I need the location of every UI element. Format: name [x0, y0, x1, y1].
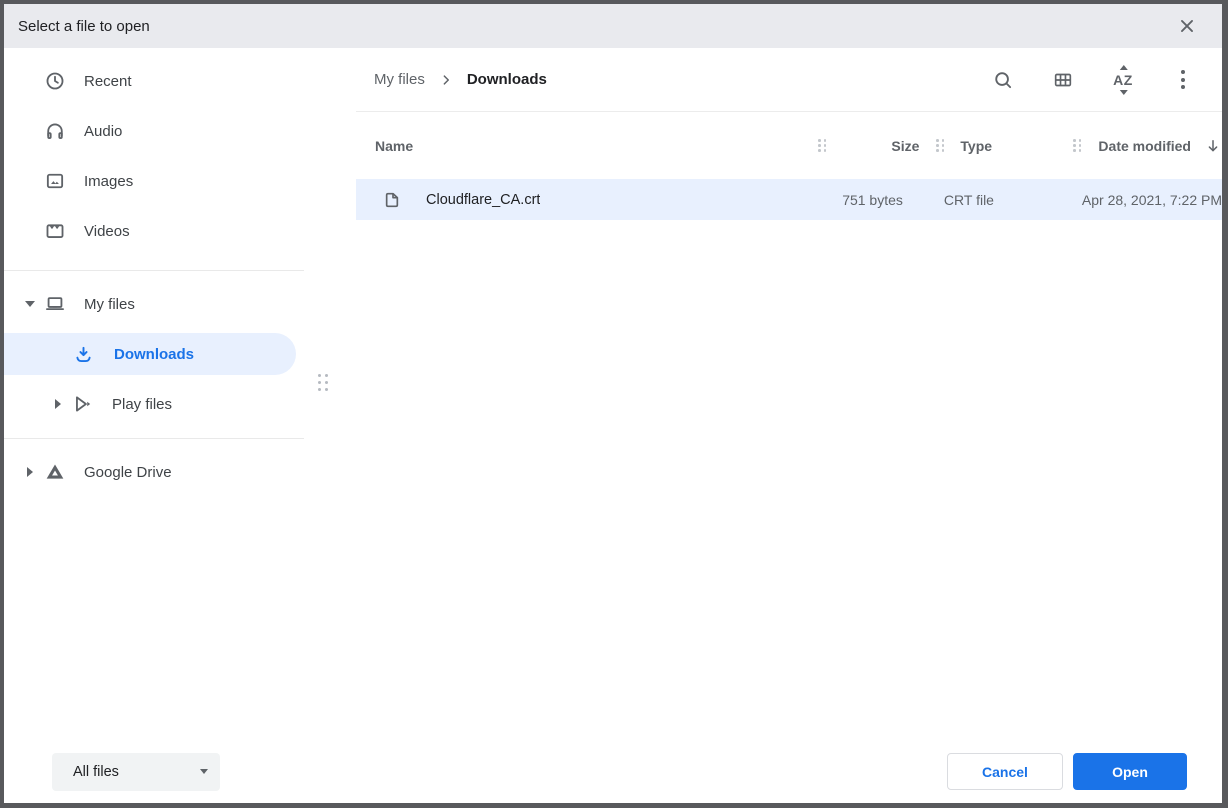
dropdown-caret-icon — [200, 769, 208, 774]
google-drive-icon — [44, 461, 66, 483]
sidebar: Recent Audio — [4, 48, 356, 740]
file-date-modified: Apr 28, 2021, 7:22 PM — [1082, 192, 1222, 208]
open-button[interactable]: Open — [1073, 753, 1187, 790]
column-header-type[interactable]: Type — [946, 138, 1071, 154]
sidebar-item-videos[interactable]: Videos — [4, 206, 356, 256]
dialog-footer: All files Cancel Open — [4, 740, 1222, 803]
file-picker-dialog: Select a file to open Recent — [4, 4, 1222, 803]
sidebar-item-label: Recent — [84, 73, 132, 90]
sidebar-item-label: Audio — [84, 123, 122, 140]
sidebar-item-label: My files — [84, 296, 135, 313]
dialog-title: Select a file to open — [18, 18, 1172, 35]
sidebar-item-label: Google Drive — [84, 464, 172, 481]
drag-dots-icon — [936, 139, 944, 152]
sort-alpha-icon: AZ — [1113, 73, 1133, 87]
sidebar-divider — [4, 270, 304, 271]
breadcrumb-my-files[interactable]: My files — [368, 67, 431, 92]
sidebar-item-label: Images — [84, 173, 133, 190]
sidebar-item-recent[interactable]: Recent — [4, 56, 356, 106]
close-button[interactable] — [1172, 11, 1202, 41]
play-store-icon — [72, 393, 94, 415]
sort-down-caret-icon — [1120, 90, 1128, 95]
window-frame: Select a file to open Recent — [0, 0, 1228, 808]
chevron-right-icon — [437, 71, 455, 89]
column-resize-handle[interactable] — [934, 139, 946, 152]
sidebar-item-images[interactable]: Images — [4, 156, 356, 206]
sort-up-caret-icon — [1120, 65, 1128, 70]
headphones-icon — [44, 120, 66, 142]
movie-icon — [44, 220, 66, 242]
image-icon — [44, 170, 66, 192]
clock-icon — [44, 70, 66, 92]
file-row[interactable]: Cloudflare_CA.crt 751 bytes CRT file Apr… — [356, 179, 1222, 220]
file-list-empty-area — [356, 220, 1222, 740]
toolbar: My files Downloads — [356, 48, 1222, 112]
drag-dots-icon — [318, 374, 328, 391]
sidebar-item-label: Videos — [84, 223, 130, 240]
file-name: Cloudflare_CA.crt — [426, 192, 540, 208]
sidebar-item-google-drive[interactable]: Google Drive — [4, 447, 356, 497]
file-row-name-cell: Cloudflare_CA.crt — [356, 190, 800, 210]
breadcrumb: My files Downloads — [368, 67, 984, 92]
download-icon — [72, 343, 94, 365]
sidebar-item-downloads[interactable]: Downloads — [4, 333, 296, 375]
column-resize-handle[interactable] — [816, 139, 828, 152]
column-header-date[interactable]: Date modified — [1098, 137, 1222, 155]
sidebar-divider — [4, 438, 304, 439]
file-type: CRT file — [930, 192, 1055, 208]
grid-view-button[interactable] — [1044, 61, 1082, 99]
file-icon — [382, 190, 402, 210]
titlebar: Select a file to open — [4, 4, 1222, 48]
expand-caret-icon[interactable] — [16, 467, 44, 477]
expand-caret-icon[interactable] — [16, 301, 44, 307]
toolbar-actions: AZ — [984, 61, 1202, 99]
expand-caret-icon[interactable] — [44, 399, 72, 409]
file-type-dropdown[interactable]: All files — [52, 753, 220, 791]
drag-dots-icon — [818, 139, 826, 152]
breadcrumb-downloads[interactable]: Downloads — [461, 67, 553, 92]
file-size: 751 bytes — [812, 192, 903, 208]
search-icon — [992, 69, 1014, 91]
file-list-header: Name Size Type — [356, 112, 1222, 179]
close-icon — [1176, 15, 1198, 37]
sidebar-item-audio[interactable]: Audio — [4, 106, 356, 156]
sidebar-item-my-files[interactable]: My files — [4, 279, 356, 329]
column-resize-handle[interactable] — [1071, 139, 1083, 152]
column-header-size[interactable]: Size — [828, 138, 919, 154]
sidebar-item-label: Downloads — [114, 346, 194, 363]
search-button[interactable] — [984, 61, 1022, 99]
cancel-button[interactable]: Cancel — [947, 753, 1063, 790]
more-vert-icon — [1181, 70, 1185, 89]
sidebar-item-label: Play files — [112, 396, 172, 413]
sort-direction-icon — [1204, 137, 1222, 155]
sidebar-item-play-files[interactable]: Play files — [4, 379, 356, 429]
main-panel: My files Downloads — [356, 48, 1222, 740]
dialog-body: Recent Audio — [4, 48, 1222, 740]
laptop-icon — [44, 293, 66, 315]
more-options-button[interactable] — [1164, 61, 1202, 99]
grid-view-icon — [1052, 69, 1074, 91]
sidebar-resize-handle[interactable] — [318, 374, 328, 391]
drag-dots-icon — [1073, 139, 1081, 152]
column-header-name[interactable]: Name — [356, 138, 816, 154]
sort-options-button[interactable]: AZ — [1104, 61, 1142, 99]
file-type-dropdown-value: All files — [73, 764, 200, 780]
